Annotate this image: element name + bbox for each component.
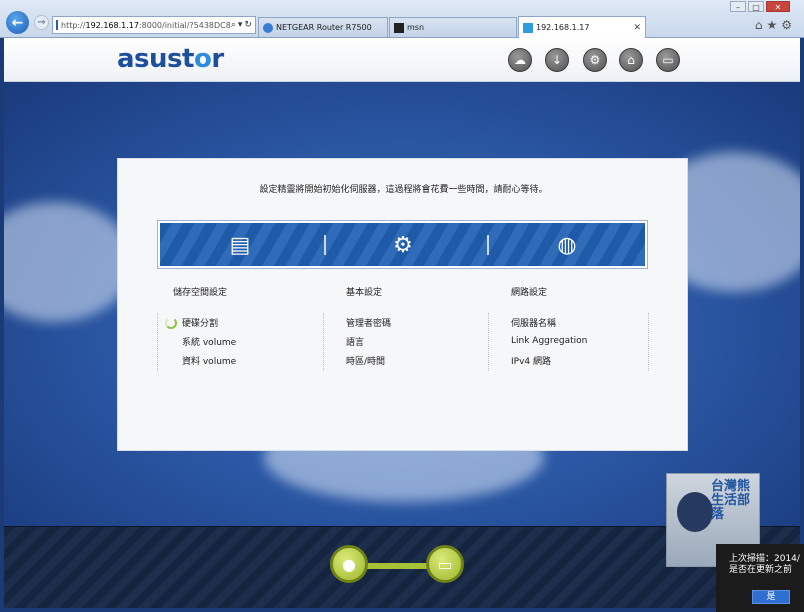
url-host: 192.168.1.17 <box>85 20 139 30</box>
storage-icon: ▤ <box>229 233 251 258</box>
minimize-button[interactable]: – <box>730 1 746 12</box>
tab-asustor[interactable]: 192.168.1.17 ✕ <box>518 16 646 38</box>
user-icon: ● <box>330 545 368 583</box>
close-tab-icon[interactable]: ✕ <box>633 23 641 33</box>
setup-panel: 設定精靈將開始初始化伺服器，這過程將會花費一些時間，請耐心等待。 ▤ ⚙ ◍ 儲… <box>117 158 688 451</box>
close-window-button[interactable]: ✕ <box>766 1 790 12</box>
tab-label: NETGEAR Router R7500 <box>276 23 372 32</box>
url-prefix: http:// <box>61 20 86 30</box>
tab-label: msn <box>407 23 425 32</box>
list-item: 系統 volume <box>182 338 237 348</box>
list-item: 資料 volume <box>182 357 237 367</box>
list-item: IPv4 網路 <box>511 357 551 367</box>
battery-icon: ▭ <box>426 545 464 583</box>
photo-text: 台灣熊 生活部落 <box>711 479 751 522</box>
divider <box>488 313 489 371</box>
list-item: Link Aggregation <box>511 336 588 346</box>
chat-icon[interactable]: ☁ <box>508 48 532 72</box>
browser-toolbar: ← → http://192.168.1.17:8000/initial/?54… <box>0 0 804 38</box>
notify-line1: 上次掃描：2014/ <box>729 554 800 564</box>
divider <box>648 313 649 371</box>
bear-icon <box>677 492 713 532</box>
search-refresh-icon[interactable]: ⌕▾↻ <box>231 20 255 30</box>
url-rest: :8000/initial/?5438DC8 <box>138 20 231 30</box>
gear-icon: ⚙ <box>393 233 413 258</box>
asustor-logo: asustor <box>117 44 224 74</box>
list-item: 伺服器名稱 <box>511 319 557 329</box>
list-item: 硬碟分割 <box>182 319 219 329</box>
column-title-storage: 儲存空間設定 <box>173 288 228 298</box>
divider <box>487 235 489 255</box>
tab-msn[interactable]: msn <box>389 17 517 37</box>
list-item: 管理者密碼 <box>346 319 392 329</box>
loading-spinner-icon <box>165 317 177 329</box>
yes-button[interactable]: 是 <box>752 590 790 604</box>
divider <box>157 313 158 371</box>
tab-netgear[interactable]: NETGEAR Router R7500 <box>258 17 388 37</box>
globe-icon: ◍ <box>557 233 577 258</box>
app-header: asustor ☁ ↓ ⚙ ⌂ ▭ <box>4 38 800 82</box>
back-arrow-icon[interactable]: ← <box>6 11 29 34</box>
nas-icon[interactable]: ⚙ <box>583 48 607 72</box>
notify-line2: 是否在更新之前 <box>729 565 793 575</box>
tab-label: 192.168.1.17 <box>536 23 590 32</box>
download-icon[interactable]: ↓ <box>545 48 569 72</box>
asustor-favicon-icon <box>523 22 533 33</box>
maximize-button[interactable]: □ <box>748 1 764 12</box>
msn-icon <box>394 22 404 33</box>
library-icon[interactable]: ⌂ <box>619 48 643 72</box>
list-item: 時區/時間 <box>346 357 386 367</box>
intro-text: 設定精靈將開始初始化伺服器，這過程將會花費一些時間，請耐心等待。 <box>259 185 548 195</box>
steps-bar: ▤ ⚙ ◍ <box>158 221 647 268</box>
column-title-network: 網路設定 <box>511 288 548 298</box>
home-star-gear-icons[interactable]: ⌂★⚙ <box>755 18 796 32</box>
divider <box>324 235 326 255</box>
page-favicon-icon <box>56 20 58 30</box>
divider <box>323 313 324 371</box>
address-bar[interactable]: http://192.168.1.17:8000/initial/?5438DC… <box>52 16 256 34</box>
forward-arrow-icon[interactable]: → <box>34 15 49 30</box>
list-item: 語言 <box>346 338 365 348</box>
ie-icon <box>263 22 273 33</box>
window-icon[interactable]: ▭ <box>656 48 680 72</box>
column-title-basic: 基本設定 <box>346 288 383 298</box>
